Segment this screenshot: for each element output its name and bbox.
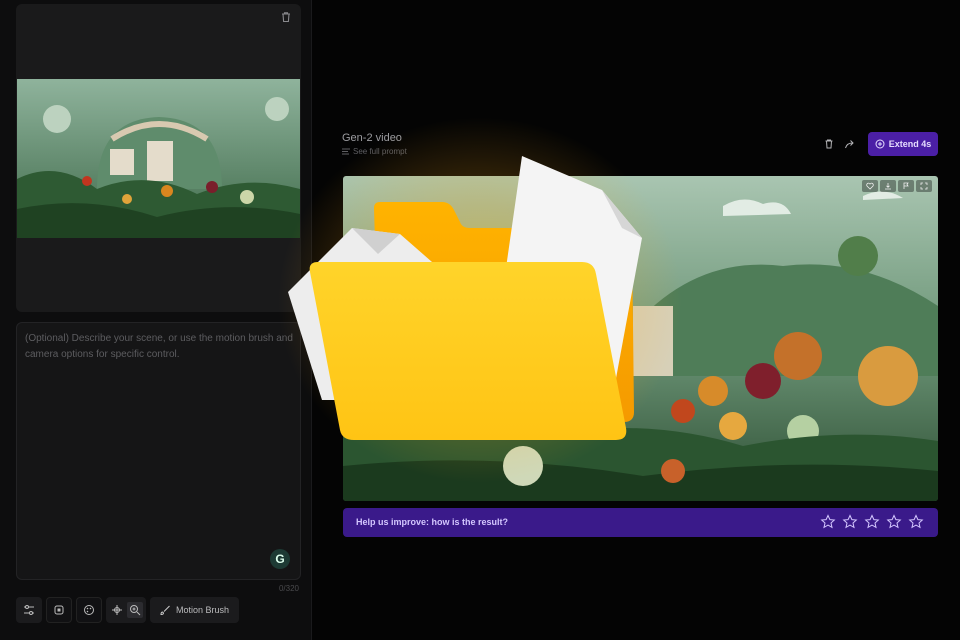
star-icon[interactable] xyxy=(842,514,858,530)
flag-icon[interactable] xyxy=(898,180,914,192)
star-icon[interactable] xyxy=(864,514,880,530)
download-icon[interactable] xyxy=(880,180,896,192)
fullscreen-icon[interactable] xyxy=(916,180,932,192)
grammarly-icon[interactable]: G xyxy=(270,549,290,569)
input-image xyxy=(17,79,300,238)
char-count: 0/320 xyxy=(278,584,299,593)
rating-stars xyxy=(820,514,924,530)
motion-brush-label: Motion Brush xyxy=(176,605,230,615)
left-panel: (Optional) Describe your scene, or use t… xyxy=(0,0,312,640)
star-icon[interactable] xyxy=(886,514,902,530)
camera-move-icon[interactable] xyxy=(109,602,125,618)
brush-icon xyxy=(160,605,170,615)
motion-brush-button[interactable]: Motion Brush xyxy=(150,597,240,623)
delete-video-icon[interactable] xyxy=(823,138,835,150)
camera-controls xyxy=(106,597,146,623)
input-image-card[interactable] xyxy=(16,4,301,312)
share-icon[interactable] xyxy=(844,138,856,150)
star-icon[interactable] xyxy=(820,514,836,530)
prompt-placeholder: (Optional) Describe your scene, or use t… xyxy=(25,333,293,360)
feedback-bar: Help us improve: how is the result? xyxy=(343,508,938,537)
settings-button[interactable] xyxy=(16,597,42,623)
heart-icon[interactable] xyxy=(862,180,878,192)
star-icon[interactable] xyxy=(908,514,924,530)
video-tools xyxy=(862,180,932,192)
folder-icon xyxy=(288,156,642,440)
prompt-toolbar: Motion Brush xyxy=(16,597,240,623)
upscale-button[interactable] xyxy=(46,597,72,623)
extend-label: Extend 4s xyxy=(888,139,932,149)
style-button[interactable] xyxy=(76,597,102,623)
frame-icon xyxy=(54,605,64,615)
app-root: (Optional) Describe your scene, or use t… xyxy=(0,0,960,640)
feedback-question: Help us improve: how is the result? xyxy=(356,517,509,527)
prompt-textarea[interactable]: (Optional) Describe your scene, or use t… xyxy=(16,322,301,580)
zoom-icon[interactable] xyxy=(127,602,143,618)
extend-button[interactable]: Extend 4s xyxy=(868,132,938,156)
plus-circle-icon xyxy=(875,139,885,149)
sliders-icon xyxy=(24,605,34,615)
trash-icon[interactable] xyxy=(279,10,293,24)
video-title: Gen-2 video xyxy=(342,132,402,144)
palette-icon xyxy=(84,605,94,615)
